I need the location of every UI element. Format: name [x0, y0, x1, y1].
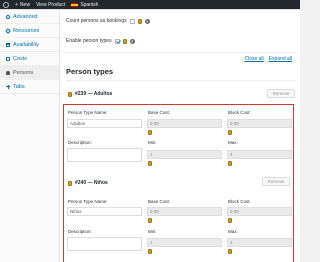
block-cost-input[interactable]: 0.00 — [227, 207, 292, 216]
min-input[interactable]: 1 — [147, 150, 222, 159]
person-types-heading: Person types — [66, 67, 114, 76]
enable-types-checkbox[interactable] — [114, 38, 120, 44]
person-type-title[interactable]: #240 — Niños — [68, 180, 108, 186]
new-menu[interactable]: + New — [15, 2, 30, 8]
enable-types-label: Enable person types — [66, 38, 112, 44]
coin-icon — [228, 249, 232, 254]
person-type-title-text: #240 — Niños — [75, 180, 108, 186]
plus-icon: + — [15, 1, 18, 8]
coin-icon — [148, 161, 152, 166]
view-product-link[interactable]: View Product — [36, 2, 65, 8]
coin-icon — [148, 249, 152, 254]
block-cost-label: Block Cost: — [228, 199, 251, 204]
tab-label: Availability — [13, 41, 39, 48]
collapse-links: Close all Expand all — [244, 56, 292, 62]
coin-icon — [228, 130, 232, 135]
coin-icon — [228, 161, 232, 166]
tab-availability[interactable]: Availability — [0, 38, 59, 52]
coin-icon — [122, 38, 127, 44]
base-cost-input[interactable]: 0.00 — [147, 207, 222, 216]
person-type-name-input[interactable]: Niños — [67, 207, 142, 216]
person-type-title-text: #239 — Adultos — [75, 91, 113, 97]
coin-icon — [148, 130, 152, 135]
base-cost-input[interactable]: 0.00 — [147, 119, 222, 128]
remove-button[interactable]: Remove — [267, 89, 295, 98]
person-type-title[interactable]: #239 — Adultos — [68, 91, 112, 97]
description-textarea[interactable] — [67, 237, 142, 251]
tab-label: Advanced — [13, 13, 38, 20]
max-label: Max: — [228, 229, 238, 234]
tab-resources[interactable]: Resources — [0, 24, 59, 38]
tab-label: Costs — [13, 55, 28, 62]
min-label: Min: — [148, 229, 157, 234]
base-cost-label: Base Cost: — [148, 199, 171, 204]
help-icon[interactable]: ? — [129, 38, 135, 44]
coin-icon — [137, 18, 142, 24]
max-label: Max: — [228, 140, 238, 145]
block-cost-input[interactable]: 0.00 — [227, 119, 292, 128]
tab-advanced[interactable]: Advanced — [0, 10, 59, 24]
wordpress-icon — [3, 1, 9, 8]
product-data-panel: Advanced Resources Availability Costs Pe… — [0, 9, 300, 262]
person-type-name-input[interactable]: Adultos — [67, 119, 142, 128]
min-input[interactable]: 1 — [147, 238, 222, 247]
close-all-link[interactable]: Close all — [244, 56, 263, 62]
description-label: Description: — [68, 229, 92, 234]
tab-label: Resources — [13, 27, 40, 34]
gear-icon — [6, 14, 10, 19]
base-cost-label: Base Cost: — [148, 110, 171, 115]
tab-persons[interactable]: Persons — [0, 66, 59, 80]
language-label: Spanish — [80, 1, 99, 8]
divider — [66, 80, 296, 81]
person-type-name-label: Person Type Name: — [68, 110, 108, 115]
plus-icon — [6, 84, 10, 89]
remove-button[interactable]: Remove — [262, 177, 290, 186]
person-type-name-label: Person Type Name: — [68, 199, 108, 204]
tab-label: Tabs — [13, 83, 25, 90]
count-persons-label: Count persons as bookings — [66, 18, 127, 24]
divider — [66, 52, 296, 53]
wordpress-logo[interactable] — [3, 1, 9, 8]
tab-label: Persons — [13, 69, 34, 76]
coin-icon — [68, 91, 72, 97]
help-icon[interactable]: ? — [144, 18, 150, 24]
language-switcher[interactable]: Spanish — [71, 2, 98, 8]
money-icon — [6, 56, 10, 61]
admin-bar: + New View Product Spanish — [0, 0, 300, 9]
description-textarea[interactable] — [67, 148, 142, 162]
block-cost-label: Block Cost: — [228, 110, 251, 115]
link-icon — [5, 27, 11, 34]
tab-costs[interactable]: Costs — [0, 52, 59, 66]
max-input[interactable]: 2 — [227, 238, 292, 247]
count-persons-option: Count persons as bookings ? — [66, 18, 150, 24]
expand-all-link[interactable]: Expand all — [269, 56, 292, 62]
coin-icon — [148, 218, 152, 223]
users-icon — [6, 70, 10, 75]
description-label: Description: — [68, 140, 92, 145]
calendar-icon — [6, 42, 10, 47]
spain-flag-icon — [71, 2, 79, 7]
product-data-tabs: Advanced Resources Availability Costs Pe… — [0, 10, 60, 262]
coin-icon — [228, 218, 232, 223]
min-label: Min: — [148, 140, 157, 145]
new-label: New — [19, 1, 30, 8]
enable-person-types-option: Enable person types ? — [66, 38, 135, 44]
count-persons-checkbox[interactable] — [129, 18, 135, 24]
coin-icon — [68, 180, 72, 186]
max-input[interactable]: 4 — [227, 150, 292, 159]
tab-tabs[interactable]: Tabs — [0, 80, 59, 94]
